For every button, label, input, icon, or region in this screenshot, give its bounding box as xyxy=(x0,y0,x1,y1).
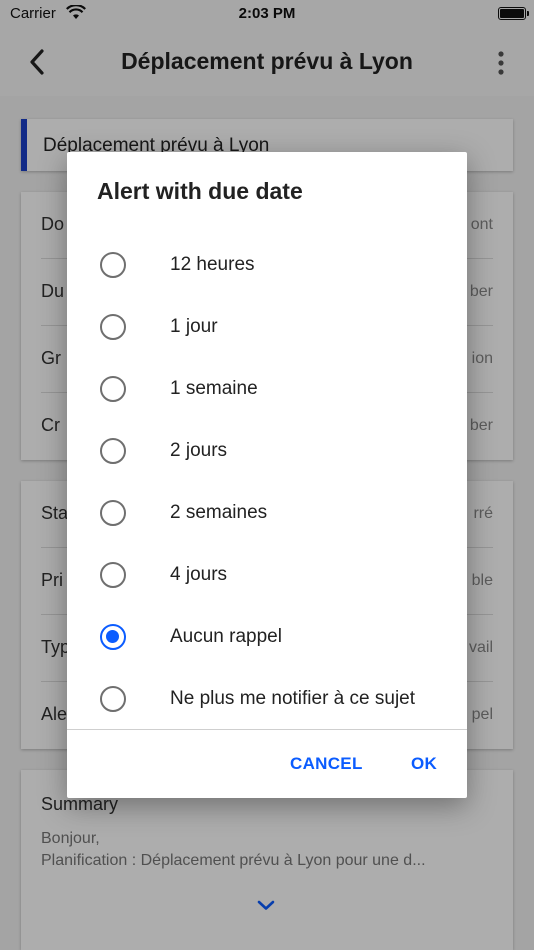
option-2-semaines[interactable]: 2 semaines xyxy=(67,482,467,544)
option-1-semaine[interactable]: 1 semaine xyxy=(67,358,467,420)
option-12-heures[interactable]: 12 heures xyxy=(67,234,467,296)
alert-dialog: Alert with due date 12 heures 1 jour 1 s… xyxy=(67,152,467,798)
radio-button[interactable] xyxy=(100,500,126,526)
radio-button[interactable] xyxy=(100,376,126,402)
option-label: 4 jours xyxy=(170,564,228,585)
option-label: Aucun rappel xyxy=(170,626,282,647)
option-list: 12 heures 1 jour 1 semaine 2 jours 2 sem… xyxy=(67,234,467,730)
option-1-jour[interactable]: 1 jour xyxy=(67,296,467,358)
option-aucun-rappel[interactable]: Aucun rappel xyxy=(67,606,467,668)
option-ne-plus-notifier[interactable]: Ne plus me notifier à ce sujet xyxy=(67,668,467,730)
option-label: 2 semaines xyxy=(170,502,268,523)
option-2-jours[interactable]: 2 jours xyxy=(67,420,467,482)
option-4-jours[interactable]: 4 jours xyxy=(67,544,467,606)
radio-button[interactable] xyxy=(100,562,126,588)
dialog-title: Alert with due date xyxy=(97,178,303,204)
radio-button-selected[interactable] xyxy=(100,624,126,650)
option-label: 12 heures xyxy=(170,254,255,275)
radio-button[interactable] xyxy=(100,686,126,712)
option-label: 1 jour xyxy=(170,316,218,337)
radio-button[interactable] xyxy=(100,314,126,340)
option-label: Ne plus me notifier à ce sujet xyxy=(170,688,416,709)
option-label: 2 jours xyxy=(170,440,228,461)
cancel-button[interactable]: CANCEL xyxy=(290,754,363,774)
radio-button[interactable] xyxy=(100,252,126,278)
ok-button[interactable]: OK xyxy=(411,754,437,774)
dialog-actions: CANCEL OK xyxy=(67,730,467,798)
option-label: 1 semaine xyxy=(170,378,258,399)
radio-button[interactable] xyxy=(100,438,126,464)
